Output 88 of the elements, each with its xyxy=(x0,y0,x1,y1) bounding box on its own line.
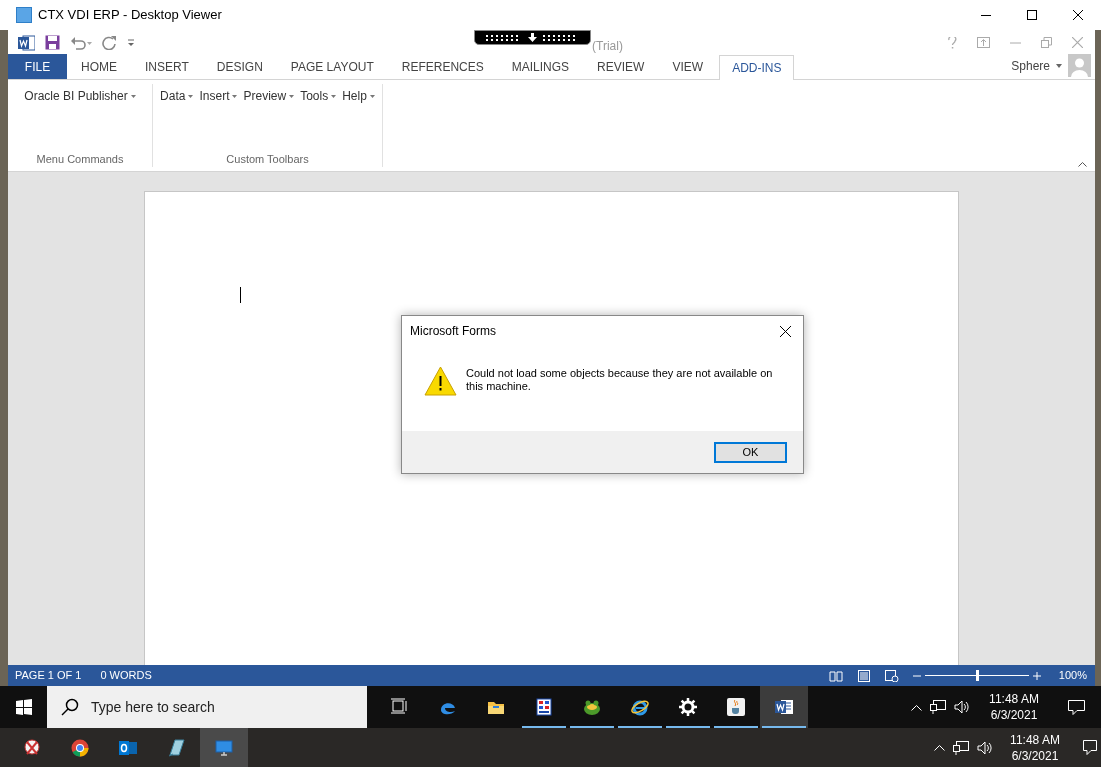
clock-time[interactable]: 11:48 AM xyxy=(1010,731,1060,748)
print-layout-icon[interactable] xyxy=(856,669,871,682)
menu-button[interactable]: Preview xyxy=(243,86,295,106)
caret-icon xyxy=(1056,63,1062,68)
customize-icon[interactable] xyxy=(127,37,135,48)
gear-icon xyxy=(679,698,697,716)
outlook-icon xyxy=(119,738,137,757)
menu-button[interactable]: Oracle BI Publisher xyxy=(24,86,136,106)
clock-time[interactable]: 11:48 AM xyxy=(989,691,1039,707)
caret-icon xyxy=(369,94,375,98)
undo-icon[interactable] xyxy=(70,35,92,50)
running-indicator xyxy=(666,726,710,728)
menu-button[interactable]: Data xyxy=(160,86,194,106)
ribbon-tab[interactable]: PAGE LAYOUT xyxy=(276,54,388,79)
word-count: 0 WORDS xyxy=(100,668,152,684)
zoom-slider[interactable] xyxy=(924,670,1029,681)
running-indicator xyxy=(618,726,662,728)
running-indicator xyxy=(522,726,566,728)
minimize-icon xyxy=(981,14,991,16)
volume-icon[interactable] xyxy=(977,740,993,755)
chrome-icon xyxy=(71,738,89,757)
caret-icon xyxy=(289,94,295,98)
close-icon xyxy=(1073,10,1083,20)
ribbon-tab[interactable]: ADD-INS xyxy=(719,55,795,80)
running-indicator xyxy=(762,726,806,728)
toolbar-handle[interactable] xyxy=(474,30,591,45)
page-count: PAGE 1 OF 1 xyxy=(15,668,82,684)
window-title: CTX VDI ERP - Desktop Viewer xyxy=(38,6,222,25)
running-indicator xyxy=(714,726,758,728)
ribbon-tab[interactable]: HOME xyxy=(67,54,131,79)
ribbon-tab[interactable]: INSERT xyxy=(131,54,203,79)
ribbon-tab[interactable]: REVIEW xyxy=(583,54,659,79)
menu-button[interactable]: Insert xyxy=(199,86,238,106)
ribbon-tab[interactable]: FILE xyxy=(8,54,67,79)
taskview-icon xyxy=(391,698,409,716)
redo-icon[interactable] xyxy=(102,35,117,50)
chevron-up-icon[interactable] xyxy=(934,744,945,751)
dialog-message: Could not load some objects because they are not available on this machine. xyxy=(466,366,774,393)
search-icon xyxy=(61,698,79,716)
chevron-up-icon[interactable] xyxy=(911,703,922,711)
read-mode-icon[interactable] xyxy=(828,669,843,682)
volume-icon[interactable] xyxy=(954,700,970,714)
down-arrow-icon xyxy=(528,33,537,42)
user-menu[interactable]: Sphere xyxy=(1011,56,1062,75)
java-icon xyxy=(727,698,745,716)
taskbar-app[interactable] xyxy=(760,686,808,728)
dialog-title: Microsoft Forms xyxy=(410,323,496,340)
ribbon-tab[interactable]: VIEW xyxy=(658,54,718,79)
network-icon[interactable] xyxy=(930,700,946,714)
caret-icon xyxy=(188,94,194,98)
group-label: Custom Toolbars xyxy=(226,151,309,167)
windows-logo-icon xyxy=(15,699,32,715)
monitor-icon xyxy=(215,738,233,757)
maximize-icon xyxy=(1027,10,1037,20)
frog-icon xyxy=(583,698,601,716)
ok-button[interactable]: OK xyxy=(714,441,787,463)
ribbon-tab[interactable]: MAILINGS xyxy=(497,54,584,79)
save-icon[interactable] xyxy=(45,35,60,50)
clock-date[interactable]: 6/3/2021 xyxy=(990,707,1038,723)
zoom-level: 100% xyxy=(1058,668,1087,684)
word-icon[interactable] xyxy=(18,34,35,51)
ribbon-tab[interactable]: DESIGN xyxy=(202,54,277,79)
zoom-in-icon[interactable] xyxy=(1032,671,1041,680)
snip-icon xyxy=(23,738,41,757)
notification-icon[interactable] xyxy=(1068,699,1085,715)
word-icon xyxy=(775,698,793,716)
caret-icon xyxy=(130,94,136,98)
zoom-thumb[interactable] xyxy=(975,670,979,681)
network-icon[interactable] xyxy=(953,740,969,755)
caret-icon xyxy=(232,94,238,98)
caret-icon xyxy=(331,94,337,98)
document-title: (Trial) xyxy=(592,38,623,55)
menu-button[interactable]: Tools xyxy=(300,86,337,106)
ie-icon xyxy=(631,698,649,716)
menu-button[interactable]: Help xyxy=(342,86,375,106)
grid-icon xyxy=(535,698,553,716)
clock-date[interactable]: 6/3/2021 xyxy=(1011,747,1059,764)
web-layout-icon[interactable] xyxy=(884,669,899,682)
close-icon xyxy=(779,325,791,337)
group-label: Menu Commands xyxy=(36,151,124,167)
collapse-icon[interactable] xyxy=(1078,161,1087,167)
search-field[interactable]: Type here to search xyxy=(47,686,367,728)
text-cursor xyxy=(240,287,241,303)
ribbon-tab[interactable]: REFERENCES xyxy=(387,54,498,79)
running-indicator xyxy=(570,726,614,728)
app-icon xyxy=(16,7,32,23)
notification-icon[interactable] xyxy=(1083,740,1097,755)
warning-icon xyxy=(424,366,457,396)
